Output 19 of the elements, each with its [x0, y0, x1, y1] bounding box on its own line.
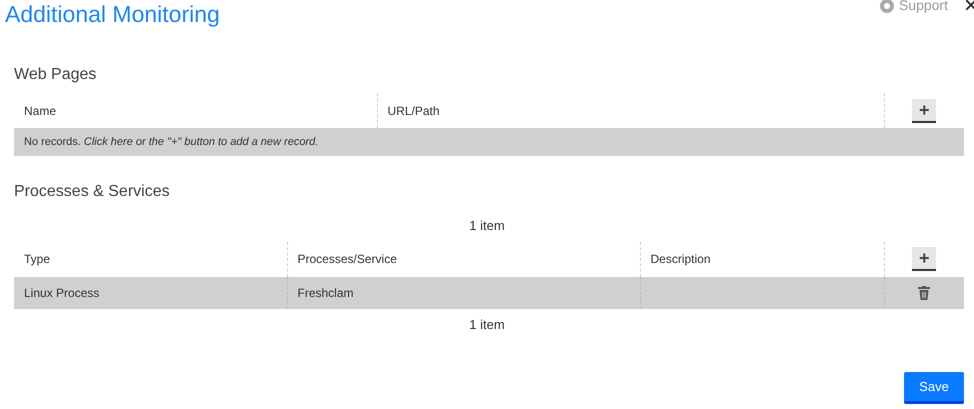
- column-header[interactable]: Description: [650, 252, 711, 266]
- trash-icon[interactable]: [918, 286, 930, 300]
- column-header[interactable]: Type: [24, 252, 50, 266]
- dialog-title: Additional Monitoring: [5, 2, 220, 28]
- empty-message[interactable]: No records. Click here or the "+" button to add a new record.: [14, 128, 964, 156]
- column-header[interactable]: Name: [24, 104, 56, 118]
- column-header[interactable]: Processes/Service: [298, 252, 397, 266]
- table-cell: Freshclam: [298, 286, 354, 300]
- item-count: 1 item: [469, 218, 505, 233]
- add-button[interactable]: +: [912, 98, 936, 122]
- column-header[interactable]: URL/Path: [388, 104, 440, 118]
- save-button[interactable]: Save: [904, 372, 964, 404]
- item-count: 1 item: [469, 316, 505, 332]
- table-cell: Linux Process: [24, 286, 100, 300]
- section-heading: Web Pages: [14, 65, 98, 85]
- section-heading: Processes & Services: [14, 182, 171, 202]
- close-icon[interactable]: [966, 0, 974, 10]
- add-button[interactable]: +: [912, 247, 936, 271]
- support-icon: [878, 0, 895, 14]
